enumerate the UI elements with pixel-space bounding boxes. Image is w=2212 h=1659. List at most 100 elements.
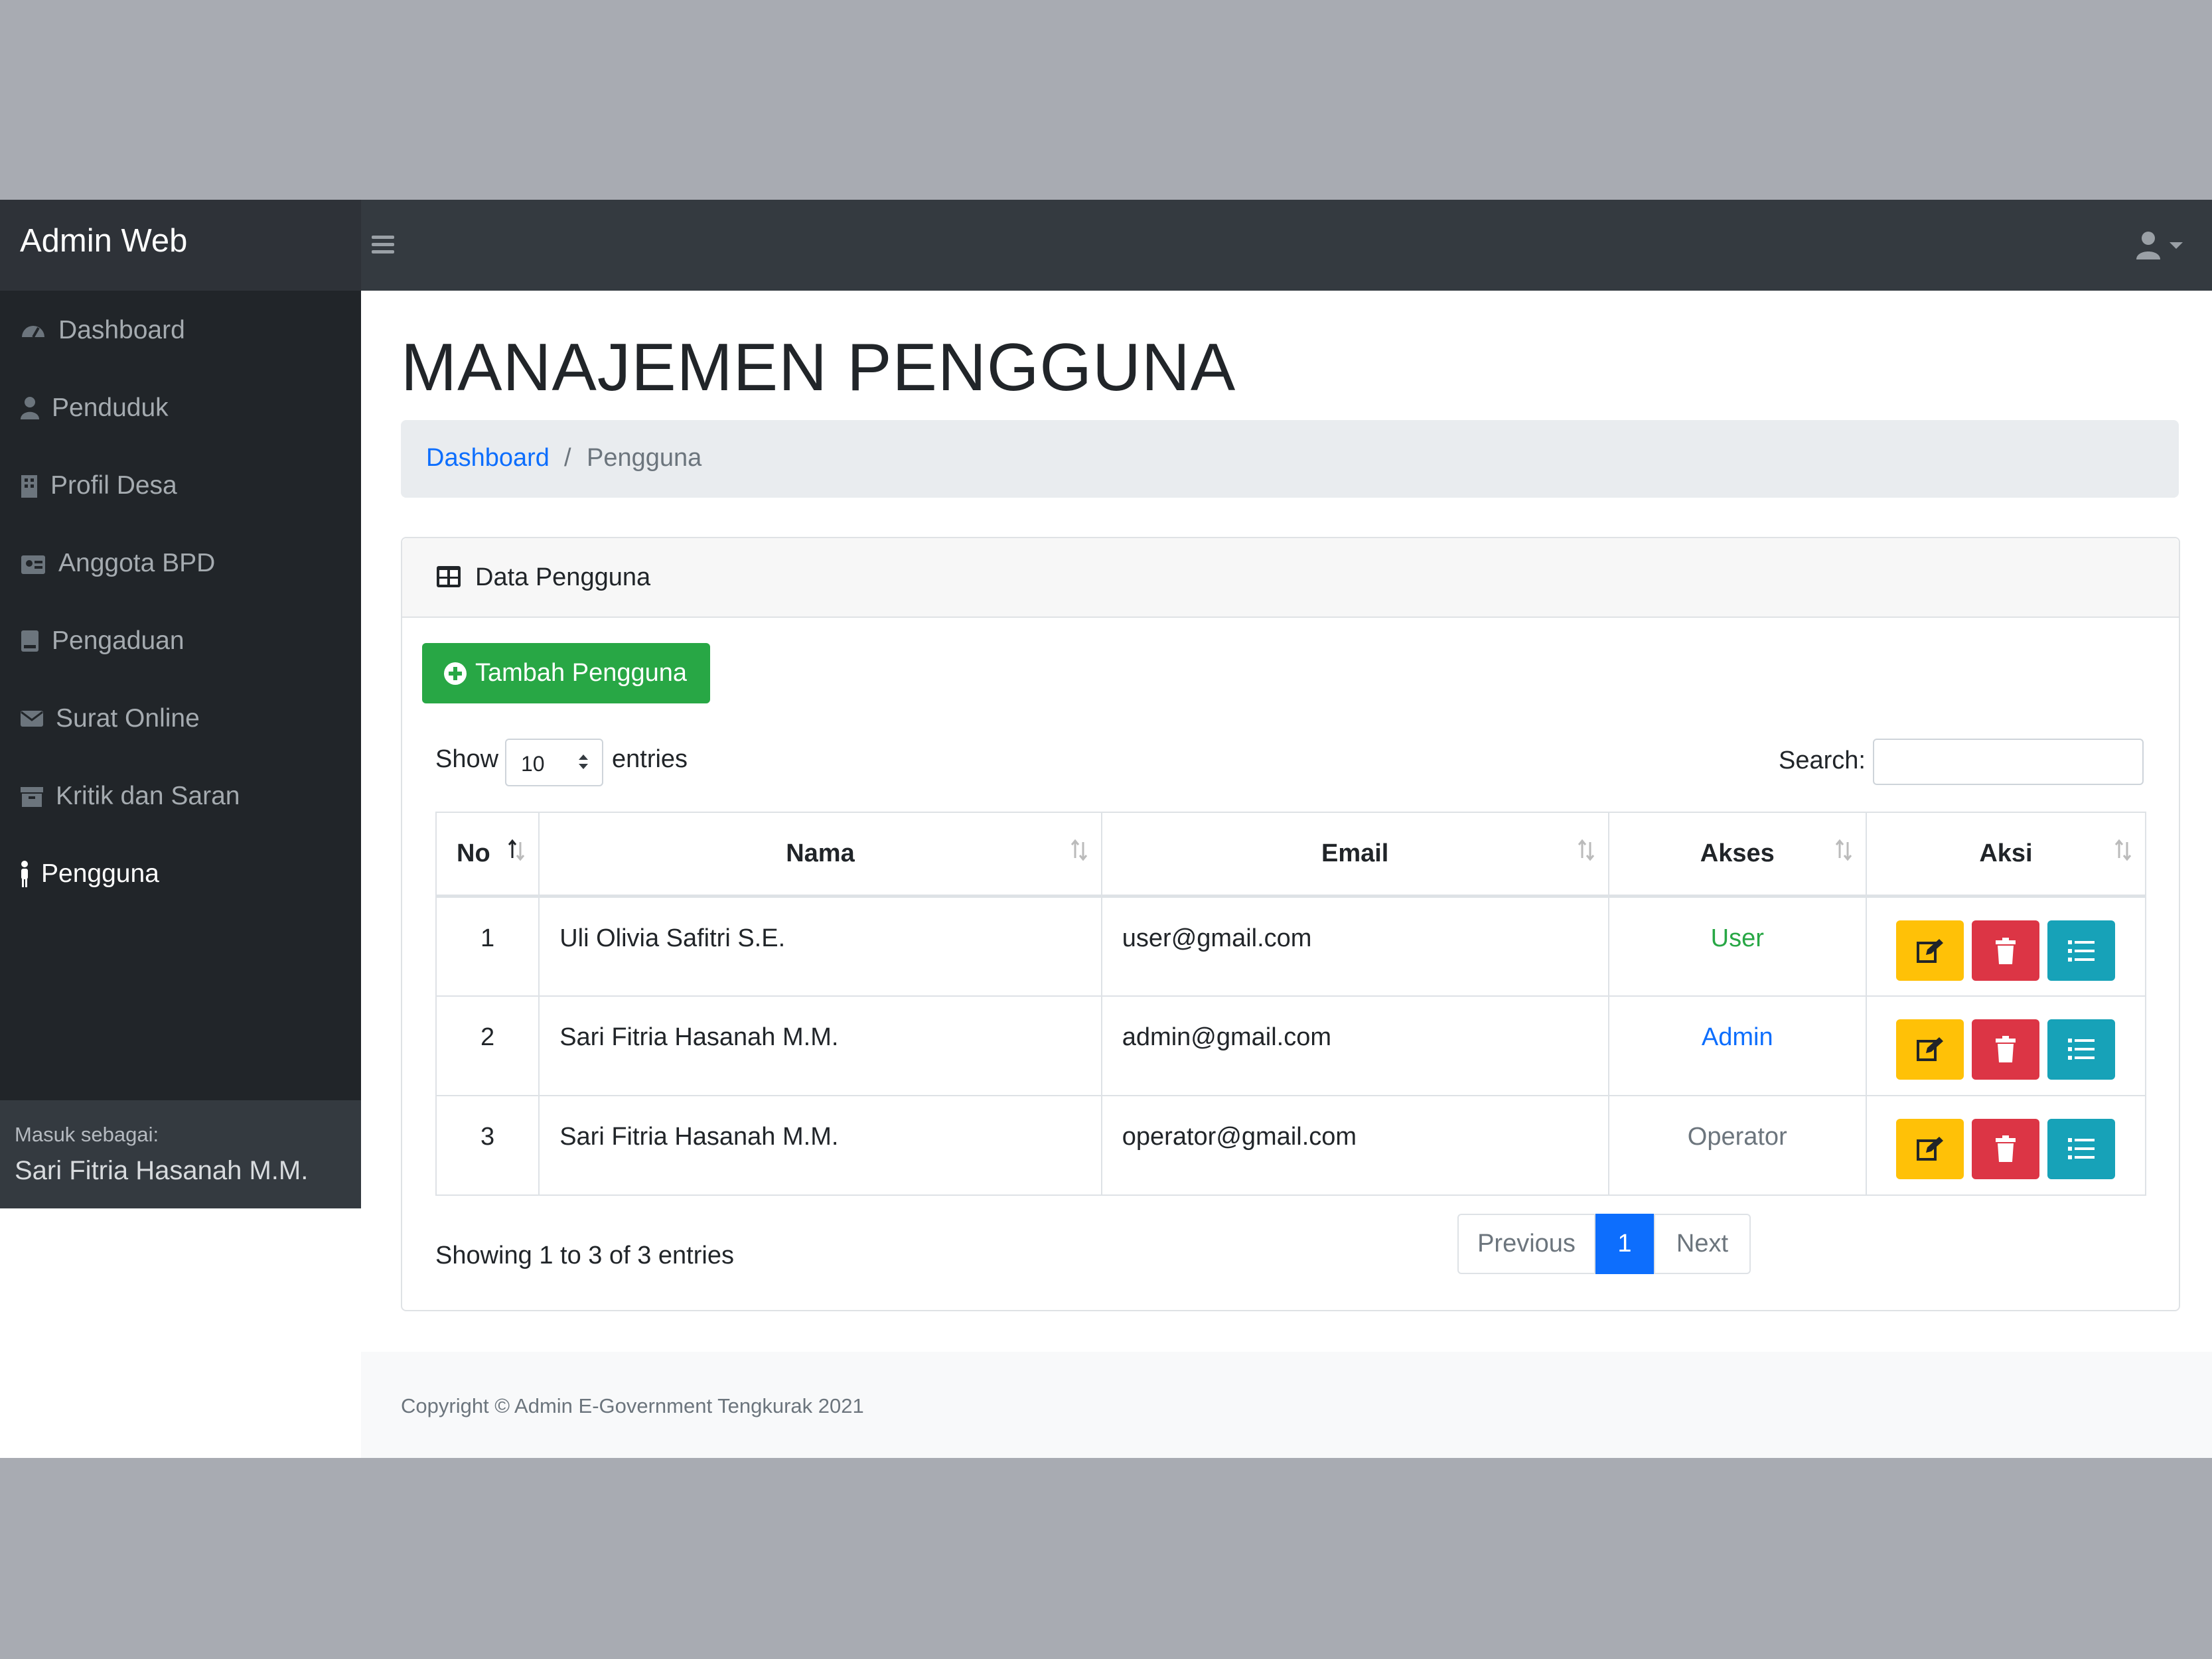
column-header-akses[interactable]: Akses xyxy=(1607,812,1867,898)
sidebar-item-label: Surat Online xyxy=(56,704,200,733)
sidebar-item-label: Kritik dan Saran xyxy=(56,782,240,810)
cell-nama: Sari Fitria Hasanah M.M. xyxy=(538,1094,1102,1196)
pagination-previous[interactable]: Previous xyxy=(1457,1214,1595,1274)
hamburger-menu-icon[interactable] xyxy=(372,232,394,258)
cell-email: operator@gmail.com xyxy=(1100,1094,1609,1196)
column-header-aksi[interactable]: Aksi xyxy=(1865,812,2147,898)
cell-nama: Uli Olivia Safitri S.E. xyxy=(538,895,1102,997)
tachometer-icon xyxy=(22,326,44,338)
cell-email: admin@gmail.com xyxy=(1100,995,1609,1096)
cell-no: 3 xyxy=(435,1094,540,1196)
male-icon xyxy=(21,861,28,887)
column-header-label: Nama xyxy=(786,839,855,867)
sidebar-item-label: Pengguna xyxy=(41,859,159,888)
page-title: MANAJEMEN PENGGUNA xyxy=(401,330,1236,405)
column-header-label: Email xyxy=(1321,839,1389,867)
sidebar-item-label: Dashboard xyxy=(58,316,185,344)
cell-akses: User xyxy=(1607,895,1867,997)
caret-down-icon xyxy=(2170,242,2183,249)
table-header-row: No Nama Email Akses Aksi xyxy=(435,812,2147,898)
pagination-next[interactable]: Next xyxy=(1654,1214,1751,1274)
delete-button[interactable] xyxy=(1972,920,2040,981)
user-icon xyxy=(21,397,39,419)
table-row: 1 Uli Olivia Safitri S.E. user@gmail.com… xyxy=(435,895,2147,997)
sidebar-item-profil-desa[interactable]: Profil Desa xyxy=(0,453,361,519)
user-icon xyxy=(2136,232,2183,259)
add-user-button[interactable]: Tambah Pengguna xyxy=(422,643,710,703)
edit-icon xyxy=(1917,938,1944,963)
sidebar-item-anggota-bpd[interactable]: Anggota BPD xyxy=(0,530,361,597)
table-icon xyxy=(437,566,461,587)
page-footer: Copyright © Admin E-Government Tengkurak… xyxy=(361,1352,2212,1458)
detail-button[interactable] xyxy=(2047,1019,2116,1080)
app-window: Admin Web Dashboard Penduduk Profil Desa… xyxy=(0,200,2212,1458)
cell-aksi xyxy=(1865,995,2147,1096)
search-input[interactable] xyxy=(1873,739,2144,785)
sidebar-item-surat-online[interactable]: Surat Online xyxy=(0,685,361,752)
edit-button[interactable] xyxy=(1896,920,1964,981)
edit-icon xyxy=(1917,1137,1944,1161)
pagination: Previous 1 Next xyxy=(1457,1214,1751,1274)
cell-aksi xyxy=(1865,1094,2147,1196)
table-row: 2 Sari Fitria Hasanah M.M. admin@gmail.c… xyxy=(435,995,2147,1096)
building-icon xyxy=(21,475,37,498)
edit-button[interactable] xyxy=(1896,1118,1964,1179)
sort-icon xyxy=(2114,839,2132,861)
card-header: Data Pengguna xyxy=(402,538,2179,618)
column-header-nama[interactable]: Nama xyxy=(538,812,1102,898)
breadcrumb-current: Pengguna xyxy=(587,444,702,472)
entries-label: entries xyxy=(612,745,688,773)
sort-icon xyxy=(1578,839,1594,861)
sidebar-footer: Masuk sebagai: Sari Fitria Hasanah M.M. xyxy=(0,1100,361,1208)
book-icon xyxy=(21,630,38,652)
breadcrumb-home-link[interactable]: Dashboard xyxy=(426,444,550,472)
data-card: Data Pengguna Tambah Pengguna Show 10 en… xyxy=(401,537,2180,1311)
sidebar-item-pengguna[interactable]: Pengguna xyxy=(0,841,361,907)
column-header-no[interactable]: No xyxy=(435,812,540,898)
card-title: Data Pengguna xyxy=(475,563,651,591)
edit-icon xyxy=(1917,1037,1944,1061)
sidebar-item-label: Profil Desa xyxy=(50,471,177,500)
list-icon xyxy=(2068,1138,2095,1159)
detail-button[interactable] xyxy=(2047,1118,2116,1179)
delete-button[interactable] xyxy=(1972,1118,2040,1179)
cell-no: 1 xyxy=(435,895,540,997)
column-header-label: No xyxy=(457,839,490,867)
brand-area: Admin Web xyxy=(0,200,361,291)
cell-nama: Sari Fitria Hasanah M.M. xyxy=(538,995,1102,1096)
edit-button[interactable] xyxy=(1896,1019,1964,1080)
table-info: Showing 1 to 3 of 3 entries xyxy=(435,1242,734,1269)
user-dropdown[interactable] xyxy=(2135,230,2188,261)
sidebar-item-kritik-saran[interactable]: Kritik dan Saran xyxy=(0,763,361,830)
breadcrumb-separator: / xyxy=(564,444,571,472)
trash-icon xyxy=(1996,1135,2016,1162)
trash-icon xyxy=(1996,937,2016,964)
logged-in-label: Masuk sebagai: xyxy=(15,1123,159,1146)
sidebar-item-penduduk[interactable]: Penduduk xyxy=(0,375,361,441)
delete-button[interactable] xyxy=(1972,1019,2040,1080)
sidebar-item-label: Anggota BPD xyxy=(58,549,216,577)
cell-no: 2 xyxy=(435,995,540,1096)
id-badge-icon xyxy=(21,555,45,574)
sidebar-item-pengaduan[interactable]: Pengaduan xyxy=(0,608,361,674)
copyright-text: Copyright © Admin E-Government Tengkurak… xyxy=(401,1394,864,1417)
entries-per-page-select[interactable]: 10 xyxy=(505,739,603,786)
sidebar-item-label: Pengaduan xyxy=(52,626,184,655)
pagination-page-1[interactable]: 1 xyxy=(1595,1214,1654,1274)
trash-icon xyxy=(1996,1036,2016,1062)
cell-akses: Operator xyxy=(1607,1094,1867,1196)
logged-in-user: Sari Fitria Hasanah M.M. xyxy=(15,1156,309,1185)
top-navbar: Admin Web xyxy=(0,200,2212,291)
detail-button[interactable] xyxy=(2047,920,2116,981)
column-header-label: Aksi xyxy=(1979,839,2033,867)
breadcrumb: Dashboard / Pengguna xyxy=(401,420,2179,498)
sidebar: Dashboard Penduduk Profil Desa Anggota B… xyxy=(0,291,361,1208)
plus-circle-icon xyxy=(444,662,467,685)
show-label: Show xyxy=(435,745,499,773)
table-row: 3 Sari Fitria Hasanah M.M. operator@gmai… xyxy=(435,1094,2147,1196)
sidebar-item-label: Penduduk xyxy=(52,394,169,422)
sidebar-item-dashboard[interactable]: Dashboard xyxy=(0,297,361,364)
list-icon xyxy=(2068,1039,2095,1060)
column-header-email[interactable]: Email xyxy=(1100,812,1609,898)
brand-title[interactable]: Admin Web xyxy=(20,222,187,259)
